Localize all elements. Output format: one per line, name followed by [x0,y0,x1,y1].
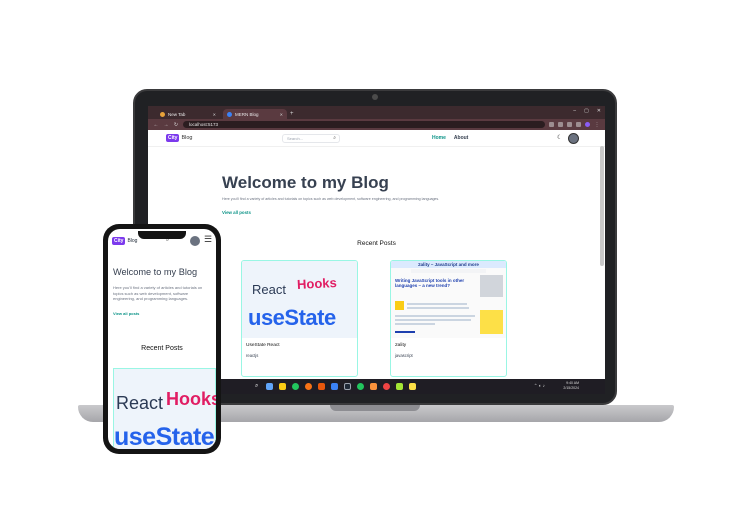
image-logo-block [395,301,404,310]
minimize-icon[interactable]: – [573,108,576,114]
laptop-notch [330,405,420,411]
profile-icon[interactable] [585,122,590,127]
hamburger-menu-icon[interactable]: ☰ [204,234,212,245]
post-title[interactable]: 2ality [395,343,406,348]
clock-date: 2/15/2024 [563,386,579,390]
close-icon[interactable]: ✕ [280,112,283,117]
phone-notch [138,231,186,239]
tab-new-tab[interactable]: New Tab ✕ [156,109,220,119]
view-all-posts-link[interactable]: View all posts [113,311,139,316]
bookmark-icon[interactable] [558,122,563,127]
image-text-line [395,323,435,325]
close-icon[interactable]: ✕ [213,112,216,117]
recent-posts-heading: Recent Posts [141,345,183,352]
post-image[interactable]: React Hooks useState [113,368,216,449]
tab-label: New Tab [168,111,186,117]
address-bar-row: ← → ↻ localhost:5173 ⋮ [148,119,605,130]
laptop-camera [372,94,378,100]
image-text-hooks: Hooks [166,389,216,409]
folder-icon[interactable] [279,383,286,390]
image-text-react: React [116,393,164,413]
extensions-icon[interactable] [567,122,572,127]
chrome-icon[interactable] [383,383,390,390]
logo-text: Blog [127,238,138,244]
taskbar-search-icon[interactable]: ⌕ [255,383,258,390]
new-tab-button[interactable]: + [290,109,294,119]
theme-toggle-icon[interactable]: ☾ [557,134,562,141]
maximize-icon[interactable]: ▢ [584,108,589,114]
app-icon[interactable] [318,383,325,390]
phone-screen: City Blog ⌕ ☰ Welcome to my Blog Here yo… [108,229,216,449]
whatsapp-icon[interactable] [357,383,364,390]
site-logo[interactable]: City Blog [112,237,137,245]
site-favicon-icon [227,111,232,117]
site-nav-links: Home About [432,135,468,141]
vscode-icon[interactable] [331,383,338,390]
hero-subtitle: Here you'll find a variety of articles a… [113,285,203,301]
tab-label: MERN Blog [235,111,259,117]
image-text-line [395,331,415,333]
firefox-icon[interactable] [305,383,312,390]
image-nav-strip [411,269,486,273]
scrollbar[interactable] [600,146,604,266]
nav-home-link[interactable]: Home [432,135,446,141]
tray-icons[interactable]: ⌃ ◐ ♪ [534,383,545,389]
page-title: Welcome to my Blog [222,173,389,192]
menu-icon[interactable]: ⋮ [594,122,600,128]
avatar[interactable] [568,133,579,144]
chrome-icon [160,111,165,117]
back-icon[interactable]: ← [153,122,159,128]
sidepanel-icon[interactable] [576,122,581,127]
site-header: City Blog Search... ⌕ Home About ☾ [148,130,605,147]
post-card[interactable]: 2ality – JavaScript and more Writing Jav… [390,260,507,377]
terminal-icon[interactable] [344,383,351,390]
search-input[interactable]: Search... ⌕ [282,134,340,143]
post-title[interactable]: UseState React [246,343,280,348]
search-placeholder: Search... [287,136,304,141]
post-image[interactable]: 2ality – JavaScript and more Writing Jav… [391,261,506,338]
app-icon[interactable] [370,383,377,390]
file-explorer-icon[interactable] [266,383,273,390]
image-text-line [407,307,469,309]
close-window-icon[interactable]: ✕ [597,108,601,114]
image-text-usestate: useState [114,423,215,449]
logo-text: Blog [181,135,193,141]
image-text-react: React [252,282,286,297]
app-icon[interactable] [409,383,416,390]
post-category: reactjs [246,353,259,358]
image-book-cover [480,310,503,334]
url-field[interactable]: localhost:5173 [183,121,545,128]
post-category: javascript [395,353,413,358]
site-logo[interactable]: City Blog [166,134,192,142]
chrome-icon[interactable] [292,383,299,390]
nav-about-link[interactable]: About [454,135,468,141]
post-image[interactable]: React Hooks useState [242,261,357,338]
view-all-posts-link[interactable]: View all posts [222,210,251,215]
post-card[interactable]: React Hooks useState UseState React reac… [241,260,358,377]
forward-icon[interactable]: → [163,122,169,128]
tab-mern-blog[interactable]: MERN Blog ✕ [223,109,287,119]
page-title: Welcome to my Blog [113,267,198,277]
image-header-text: 2ality – JavaScript and more [391,261,506,268]
image-heading-text: Writing JavaScript tools in other langua… [395,278,465,288]
zoom-icon[interactable] [549,122,554,127]
logo-badge: City [166,134,180,142]
image-text-line [395,319,471,321]
image-text-hooks: Hooks [296,274,338,293]
hero-subtitle: Here you'll find a variety of articles a… [222,197,440,201]
image-text-line [395,315,475,317]
image-text-usestate: useState [248,305,336,330]
window-controls: – ▢ ✕ [573,108,601,114]
logo-badge: City [112,237,126,245]
avatar[interactable] [190,236,200,246]
browser-tab-bar: New Tab ✕ MERN Blog ✕ + – ▢ ✕ [148,106,605,119]
reload-icon[interactable]: ↻ [173,122,179,128]
image-portrait [480,275,503,297]
system-clock[interactable]: 9:40 AM 2/15/2024 [563,381,579,391]
search-icon[interactable]: ⌕ [333,135,336,142]
image-text-line [407,303,467,305]
app-icon[interactable] [396,383,403,390]
